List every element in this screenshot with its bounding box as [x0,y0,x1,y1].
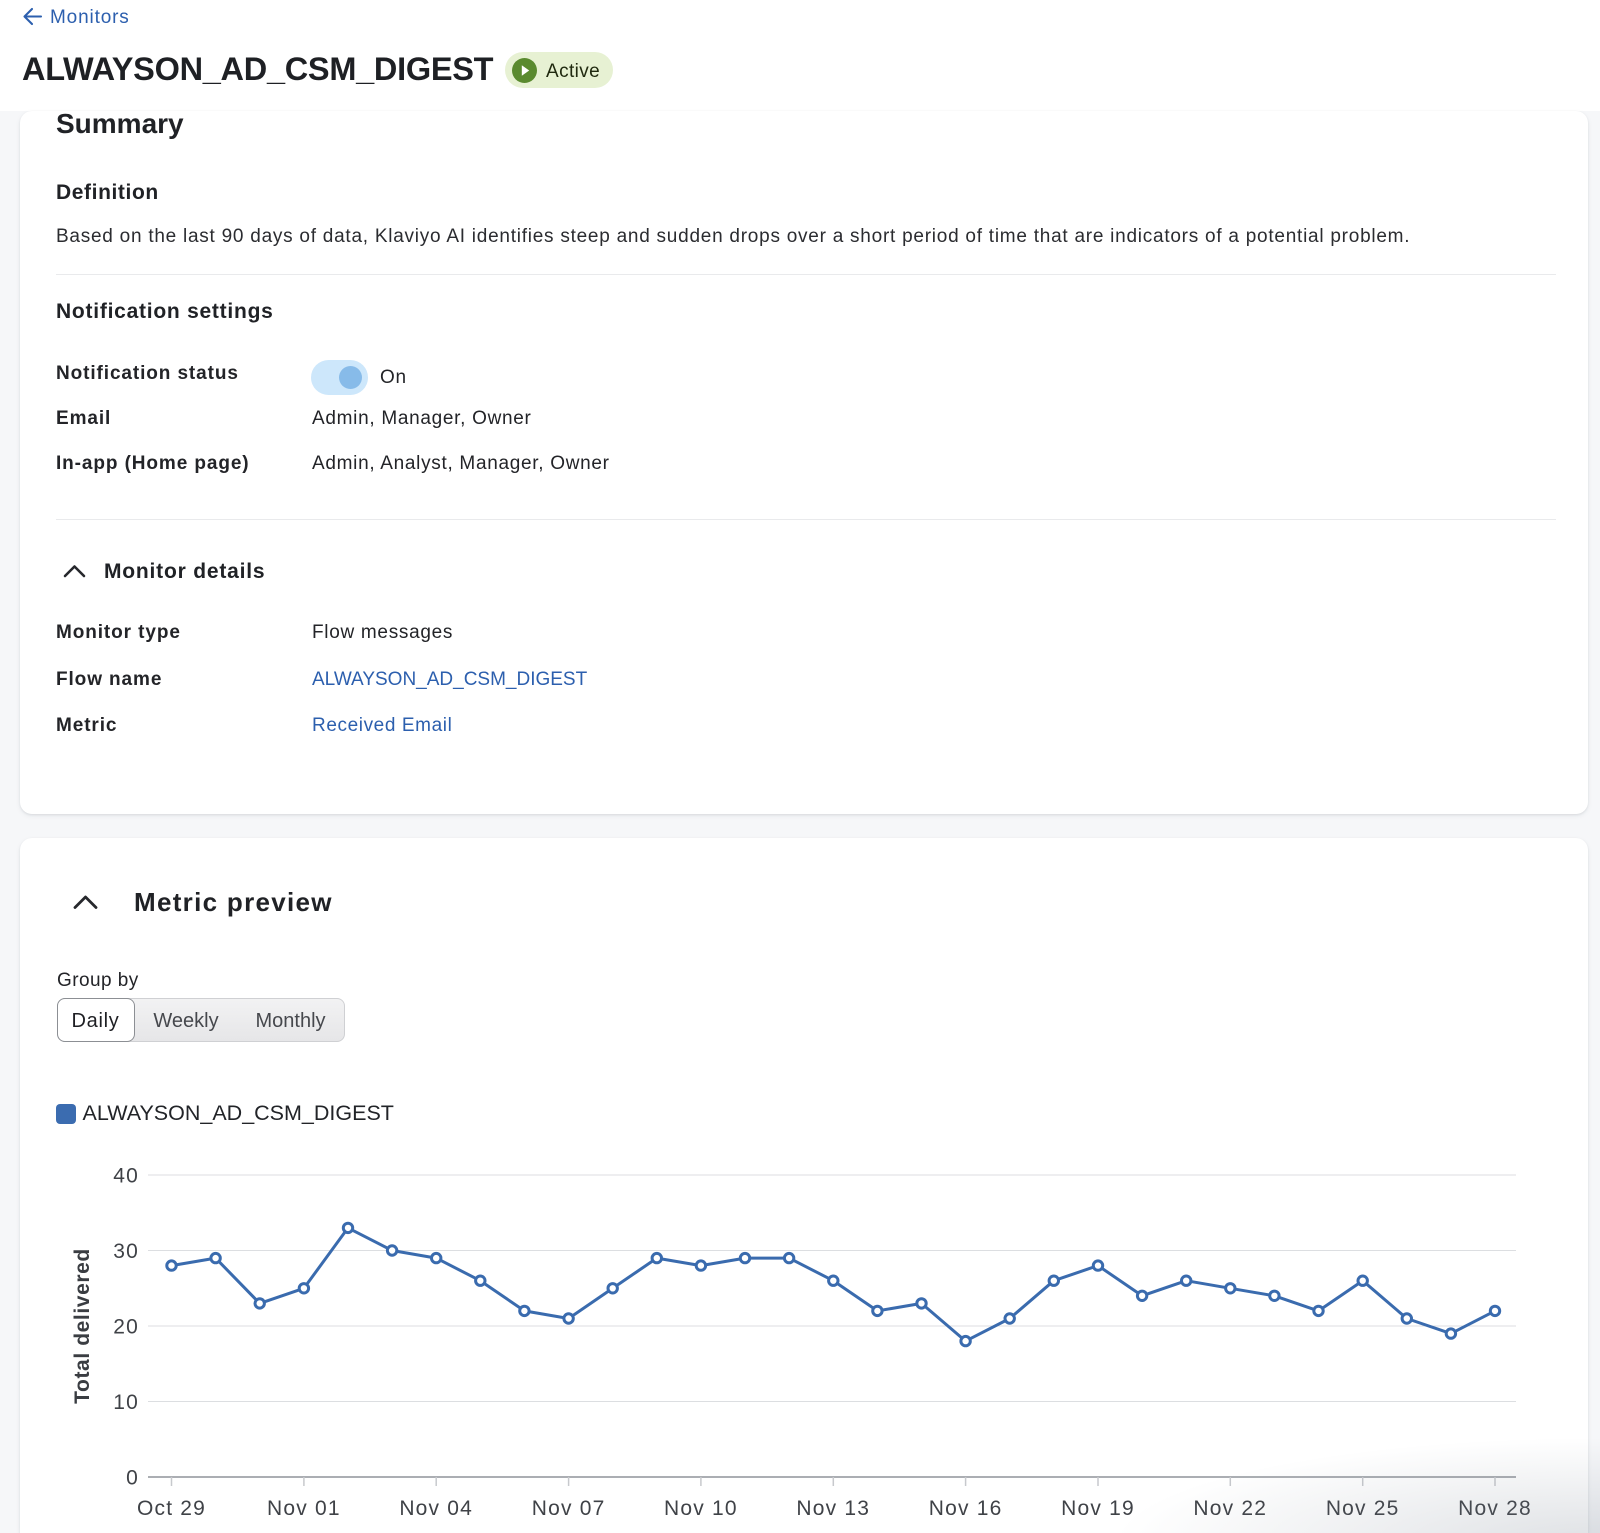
svg-text:Nov 04: Nov 04 [399,1497,473,1520]
svg-text:20: 20 [113,1315,139,1338]
svg-text:Nov 07: Nov 07 [532,1497,606,1520]
svg-text:Total delivered: Total delivered [71,1248,94,1404]
svg-text:Nov 01: Nov 01 [267,1497,341,1520]
svg-text:40: 40 [113,1164,139,1187]
svg-text:30: 30 [113,1240,139,1263]
svg-text:Nov 10: Nov 10 [664,1497,738,1520]
svg-text:10: 10 [113,1391,139,1414]
svg-text:Nov 13: Nov 13 [796,1497,870,1520]
svg-text:Oct 29: Oct 29 [137,1497,206,1520]
svg-text:0: 0 [126,1466,139,1489]
